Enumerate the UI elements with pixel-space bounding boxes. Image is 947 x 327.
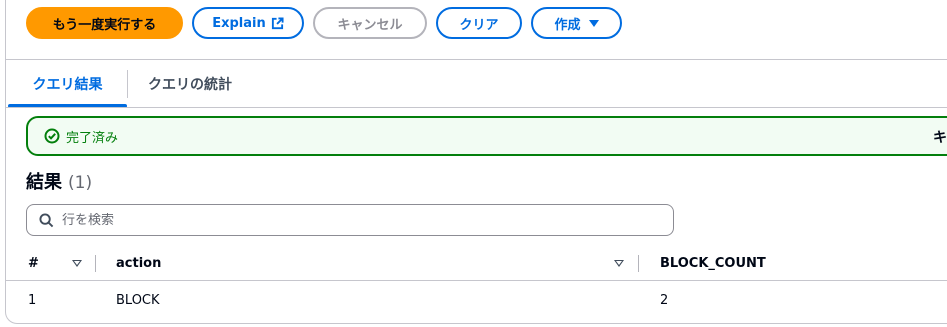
sort-icon[interactable] bbox=[614, 246, 624, 280]
check-circle-icon bbox=[44, 128, 60, 144]
column-header-block-count[interactable]: BLOCK_COUNT bbox=[660, 246, 766, 280]
search-icon bbox=[39, 212, 54, 227]
clear-button[interactable]: クリア bbox=[436, 7, 522, 39]
block-count-cell: 2 bbox=[660, 293, 669, 308]
tabs-divider bbox=[6, 107, 947, 108]
cancel-button[interactable]: キャンセル bbox=[313, 7, 427, 39]
results-table: # action BLOCK_COUNT 1 BLOCK 2 bbox=[6, 246, 947, 320]
row-index-cell: 1 bbox=[28, 293, 37, 308]
column-resizer[interactable] bbox=[638, 255, 639, 272]
results-title: 結果 bbox=[26, 172, 62, 193]
caret-down-icon bbox=[588, 19, 599, 27]
sort-icon[interactable] bbox=[72, 246, 82, 280]
run-again-button[interactable]: もう一度実行する bbox=[26, 7, 183, 39]
action-cell: BLOCK bbox=[116, 293, 160, 308]
column-header-action[interactable]: action bbox=[116, 246, 161, 280]
tab-query-stats[interactable]: クエリの統計 bbox=[128, 60, 252, 108]
status-text: 完了済み bbox=[66, 130, 119, 146]
search-rows-field[interactable] bbox=[26, 204, 674, 236]
tab-query-results[interactable]: クエリ結果 bbox=[8, 60, 127, 108]
column-header-index: # bbox=[28, 255, 39, 271]
create-label: 作成 bbox=[554, 17, 581, 33]
table-row: 1 BLOCK 2 bbox=[6, 281, 947, 320]
status-right-text: キ bbox=[933, 130, 947, 146]
column-resizer[interactable] bbox=[95, 255, 96, 272]
explain-button[interactable]: Explain bbox=[192, 7, 304, 39]
search-input[interactable] bbox=[62, 212, 642, 228]
status-alert: 完了済み キ bbox=[26, 116, 947, 156]
external-link-icon bbox=[271, 16, 284, 29]
table-header: # action BLOCK_COUNT bbox=[6, 246, 947, 281]
create-dropdown-button[interactable]: 作成 bbox=[531, 7, 622, 39]
cancel-label: キャンセル bbox=[337, 17, 403, 33]
explain-label: Explain bbox=[212, 15, 266, 31]
toolbar: もう一度実行する Explain キャンセル クリア 作成 bbox=[26, 7, 622, 39]
tab-query-stats-label: クエリの統計 bbox=[148, 77, 232, 93]
tab-query-results-label: クエリ結果 bbox=[32, 77, 103, 93]
clear-label: クリア bbox=[459, 17, 499, 33]
results-count: (1) bbox=[68, 173, 93, 193]
result-tabs: クエリ結果 クエリの統計 bbox=[8, 60, 252, 108]
results-heading: 結果 (1) bbox=[26, 168, 92, 194]
run-again-label: もう一度実行する bbox=[52, 17, 157, 33]
